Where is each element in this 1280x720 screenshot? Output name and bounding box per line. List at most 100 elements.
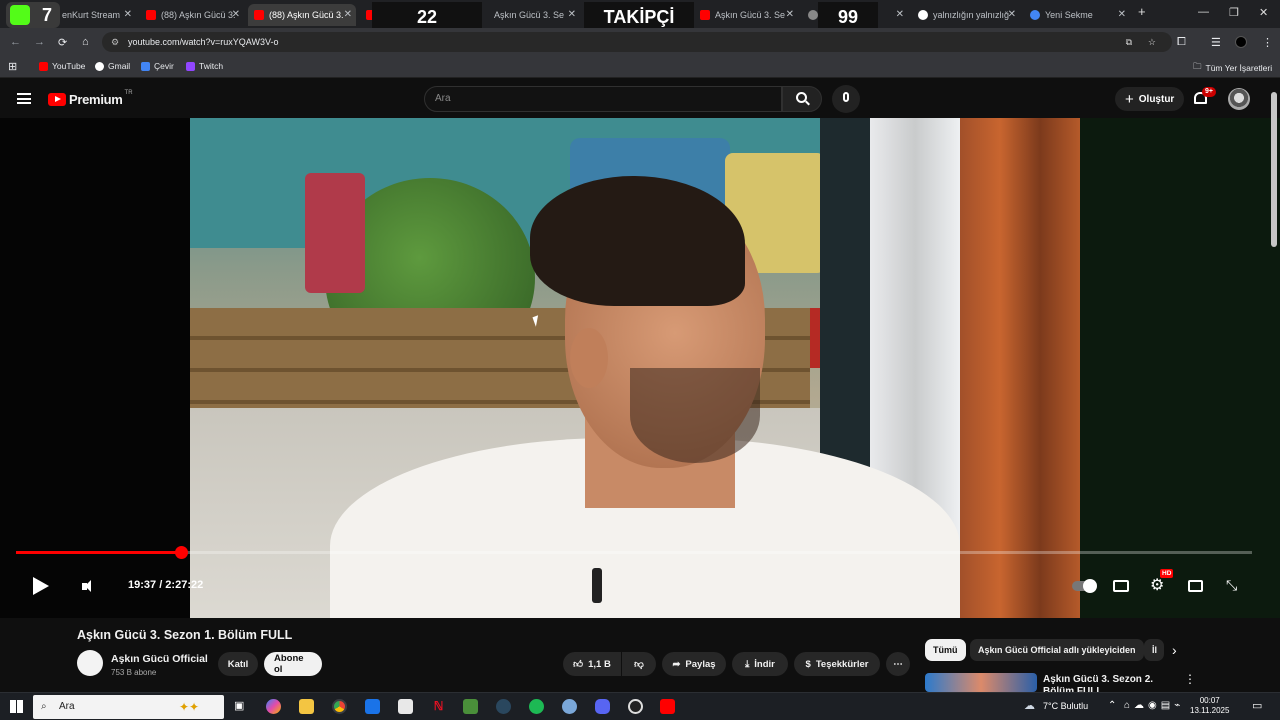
fullscreen-icon[interactable]: ⤡ [1226,577,1237,594]
scene-pink-pillow [305,173,365,293]
file-explorer-icon[interactable] [299,699,314,714]
video-title: Aşkın Gücü 3. Sezon 1. Bölüm FULL [77,628,293,642]
tab-search-result[interactable]: yalnızlığın yalnızlığ ✕ [912,4,1020,26]
progress-bar[interactable] [16,546,1252,559]
tab-stream[interactable]: enKurt Stream ✕ [56,4,136,26]
media-app-icon[interactable]: ℕ [431,699,446,714]
reading-list-icon[interactable]: ☰ [1211,36,1221,49]
hamburger-menu-icon[interactable] [17,93,31,104]
bookmark-star-icon[interactable]: ☆ [1148,32,1156,52]
play-button[interactable] [33,577,49,595]
restore-icon[interactable]: ❐ [1229,6,1239,19]
search-input[interactable]: Ara [424,86,782,112]
bookmark-gmail[interactable]: Gmail [95,61,130,71]
browser-menu-icon[interactable]: ⋮ [1262,36,1273,49]
like-button[interactable]: 👍︎ 1,1 B [563,652,621,676]
weather-text[interactable]: 7°C Bulutlu [1043,701,1088,711]
tab-youtube-active[interactable]: (88) Aşkın Gücü 3. ✕ [248,4,356,26]
chip-all[interactable]: Tümü [925,639,966,661]
minecraft-icon[interactable] [463,699,478,714]
tab-close-icon[interactable]: ✕ [786,9,794,20]
tab-close-icon[interactable]: ✕ [568,9,576,20]
chip-from-uploader[interactable]: Aşkın Gücü Official adlı yükleyiciden [970,639,1144,661]
steam-icon[interactable] [496,699,511,714]
forward-icon[interactable]: → [34,36,45,48]
create-button[interactable]: + Oluştur [1115,87,1185,111]
account-avatar[interactable] [1228,88,1250,110]
back-icon[interactable]: ← [10,36,21,48]
tray-chevron-up-icon[interactable]: ⌃ [1108,700,1116,711]
theater-mode-icon[interactable] [1188,580,1203,592]
tab-youtube-5[interactable]: Aşkın Gücü 3. Se ✕ [694,4,798,26]
dislike-button[interactable]: 👎︎ [622,652,656,676]
voice-search-button[interactable] [832,85,860,113]
minimize-icon[interactable]: — [1198,6,1209,18]
extensions-icon[interactable]: ⧠ [1177,36,1186,49]
download-button[interactable]: ⤓ İndir [732,652,788,676]
counter-left-value: 22 [416,6,438,27]
youtube-favicon-icon [254,10,264,20]
reload-icon[interactable]: ⟳ [58,36,67,49]
obs-icon[interactable] [628,699,643,714]
task-view-icon[interactable]: ▣ [234,699,244,712]
recommendation-thumbnail[interactable] [925,673,1037,692]
join-button[interactable]: Katıl [218,652,258,676]
copilot-icon[interactable] [266,699,281,714]
taskbar-search-input[interactable]: ⌕ Ara ✦✦ [33,695,224,719]
youtube-premium-logo[interactable]: Premium TR [48,90,133,107]
mail-icon[interactable] [365,699,380,714]
spotify-icon[interactable] [529,699,544,714]
person-beard [630,368,760,463]
settings-app-icon[interactable] [562,699,577,714]
share-label: Paylaş [685,658,716,670]
profile-avatar[interactable] [1235,36,1247,48]
recommendation-menu-icon[interactable]: ⋮ [1184,672,1196,686]
share-button[interactable]: ➦ Paylaş [662,652,726,676]
all-bookmarks[interactable]: 🗀 Tüm Yer İşaretleri [1193,61,1272,75]
tab-youtube-4[interactable]: Aşkın Gücü 3. Se ✕ [488,4,580,26]
settings-button[interactable]: ⚙ HD [1150,569,1174,594]
tab-close-icon[interactable]: ✕ [1008,9,1016,20]
tab-close-icon[interactable]: ✕ [1118,9,1126,20]
tab-new-tab[interactable]: Yeni Sekme ✕ [1024,4,1130,26]
apps-grid-icon[interactable]: ⊞ [8,60,17,73]
page-scrollbar[interactable] [1271,92,1277,247]
tab-close-icon[interactable]: ✕ [232,9,240,20]
autoplay-toggle[interactable] [1072,579,1097,593]
video-info-section: Aşkın Gücü 3. Sezon 1. Bölüm FULL Aşkın … [0,618,1280,697]
notifications-button[interactable]: 9+ [1193,87,1216,108]
search-button[interactable] [782,86,822,112]
url-field[interactable]: ⚙ youtube.com/watch?v=ruxYQAW3V-o ⧉ ☆ [102,32,1172,52]
bookmark-twitch[interactable]: Twitch [186,61,223,71]
tray-icons[interactable]: ⌂☁◉▤⌁ [1124,700,1184,711]
tab-close-icon[interactable]: ✕ [896,9,904,20]
channel-avatar[interactable] [77,650,103,676]
discord-icon[interactable] [595,699,610,714]
bookmark-translate[interactable]: Çevir [141,61,174,71]
subtitles-icon[interactable] [1113,580,1129,592]
store-icon[interactable] [398,699,413,714]
site-info-icon[interactable]: ⚙ [111,32,119,52]
youtube-app-icon[interactable] [660,699,675,714]
windows-start-icon[interactable] [10,700,23,713]
install-app-icon[interactable]: ⧉ [1126,32,1132,52]
subscribe-button[interactable]: Abone ol [264,652,322,676]
chip-related[interactable]: İl [1144,639,1164,661]
video-player[interactable]: 19:37 / 2:27:22 ⚙ HD ⤡ [0,118,1280,618]
chrome-icon[interactable] [332,699,347,714]
notification-center-icon[interactable]: ▭ [1252,699,1262,712]
home-icon[interactable]: ⌂ [82,36,89,48]
new-tab-plus-icon[interactable]: + [1138,4,1146,19]
thanks-button[interactable]: $ Teşekkürler [794,652,880,676]
volume-button[interactable] [82,579,98,595]
system-clock[interactable]: 00:07 13.11.2025 [1190,696,1229,716]
tab-youtube-1[interactable]: (88) Aşkın Gücü 3. ✕ [140,4,244,26]
tab-close-icon[interactable]: ✕ [124,9,132,20]
channel-name[interactable]: Aşkın Gücü Official [111,653,208,665]
chevron-right-icon[interactable]: › [1172,642,1177,658]
bookmark-youtube[interactable]: YouTube [39,61,85,71]
tab-close-icon[interactable]: ✕ [344,9,352,20]
scrubber-handle[interactable] [175,546,188,559]
close-window-icon[interactable]: ✕ [1259,6,1268,19]
more-actions-button[interactable]: ⋯ [886,652,910,676]
